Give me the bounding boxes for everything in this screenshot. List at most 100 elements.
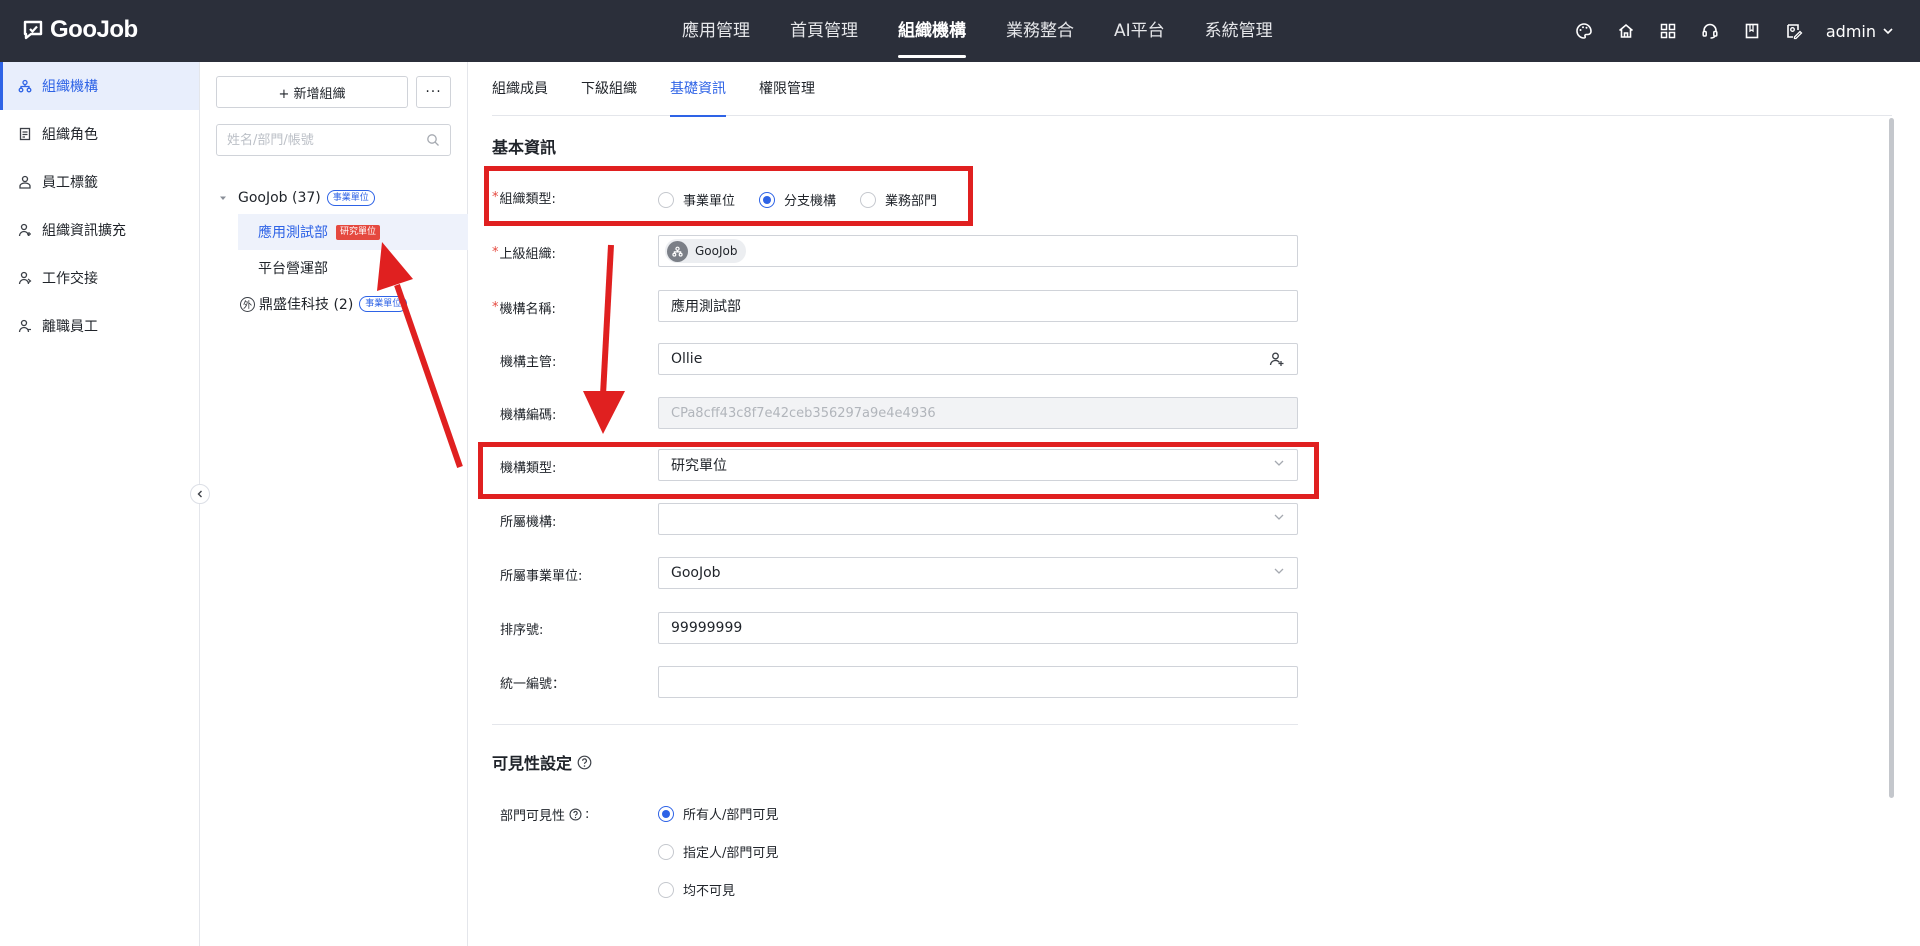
org-tree-panel: + 新增組織 ··· GooJob (37) 事業單位 應用測試部 研究單位 平… <box>200 62 468 946</box>
external-org-badge: 外 <box>240 296 255 312</box>
sort-no-label: 排序號: <box>500 623 544 638</box>
radio-label: 均不可見 <box>683 884 736 899</box>
nav-home-management[interactable]: 首頁管理 <box>770 0 878 62</box>
nav-ai-platform[interactable]: AI平台 <box>1094 0 1185 62</box>
sort-no-value: 99999999 <box>671 620 743 636</box>
nav-app-management[interactable]: 應用管理 <box>662 0 770 62</box>
add-organization-button[interactable]: + 新增組織 <box>216 76 408 108</box>
sort-no-input[interactable]: 99999999 <box>658 612 1298 644</box>
scrollbar[interactable] <box>1889 118 1894 798</box>
add-user-icon[interactable] <box>1269 351 1285 367</box>
org-code-input: CPa8cff43c8f7e42ceb356297a9e4e4936 <box>658 397 1298 429</box>
edit-profile-icon[interactable] <box>1784 21 1804 41</box>
visibility-option-specified[interactable]: 指定人/部門可見 <box>658 842 778 861</box>
org-type-option-business-dept[interactable]: 業務部門 <box>860 190 937 209</box>
org-name-value: 應用測試部 <box>671 299 741 315</box>
business-unit-select[interactable]: GooJob <box>658 557 1298 589</box>
parent-org-chip[interactable]: GooJob <box>665 239 747 263</box>
user-extend-icon <box>18 223 31 237</box>
radio-business-dept[interactable] <box>860 191 877 208</box>
required-mark: * <box>492 190 499 205</box>
manager-input[interactable]: Ollie <box>658 343 1298 375</box>
tab-permissions[interactable]: 權限管理 <box>759 62 815 116</box>
chevron-down-icon[interactable] <box>1273 565 1285 577</box>
user-menu[interactable]: admin <box>1826 22 1894 41</box>
org-code-value: CPa8cff43c8f7e42ceb356297a9e4e4936 <box>671 405 936 421</box>
chevron-down-icon[interactable] <box>1273 457 1285 469</box>
belong-org-select[interactable] <box>658 503 1298 535</box>
tab-sub-orgs[interactable]: 下級組織 <box>581 62 637 116</box>
sidebar-item-org-info-extend[interactable]: 組織資訊擴充 <box>0 206 199 254</box>
search-icon[interactable] <box>426 133 440 147</box>
radio-business-unit[interactable] <box>658 191 674 208</box>
radio-label: 業務部門 <box>885 194 938 209</box>
org-type-tag: 研究單位 <box>336 224 381 240</box>
apps-grid-icon[interactable] <box>1658 21 1678 41</box>
handover-user-icon <box>18 271 32 285</box>
org-category-select[interactable]: 研究單位 <box>658 449 1298 481</box>
org-code-label: 機構編碼: <box>500 408 557 423</box>
nav-business-integration[interactable]: 業務整合 <box>986 0 1094 62</box>
nav-organization[interactable]: 組織機構 <box>878 0 986 62</box>
sidebar-item-org-roles[interactable]: 組織角色 <box>0 110 199 158</box>
radio-branch[interactable] <box>759 191 776 208</box>
left-sidebar: 組織機構 組織角色 員工標籤 組織資訊擴充 工作交接 離職員工 <box>0 62 200 946</box>
tab-org-members[interactable]: 組織成員 <box>492 62 548 116</box>
sidebar-item-label: 員工標籤 <box>42 175 98 191</box>
resigned-user-icon <box>18 319 31 333</box>
caret-down-icon[interactable] <box>218 193 228 203</box>
sidebar-item-resigned-employees[interactable]: 離職員工 <box>0 302 199 350</box>
sidebar-item-employee-tags[interactable]: 員工標籤 <box>0 158 199 206</box>
parent-org-label-text: 上級組織: <box>499 247 556 262</box>
visibility-option-all[interactable]: 所有人/部門可見 <box>658 804 778 823</box>
support-headset-icon[interactable] <box>1700 21 1720 41</box>
nav-system-management[interactable]: 系統管理 <box>1185 0 1293 62</box>
parent-org-field[interactable]: GooJob <box>658 235 1298 267</box>
radio-visible-specified[interactable] <box>658 843 674 860</box>
radio-visible-all[interactable] <box>658 805 674 822</box>
goojob-logo[interactable]: GooJob <box>22 16 138 44</box>
chevron-down-icon[interactable] <box>1273 511 1285 523</box>
dept-visibility-label-colon: : <box>585 807 590 822</box>
detail-tabs: 組織成員 下級組織 基礎資訊 權限管理 <box>492 62 1892 117</box>
logo-text: GooJob <box>50 16 138 43</box>
radio-visible-none[interactable] <box>658 881 674 898</box>
top-navigation-bar: GooJob 應用管理 首頁管理 組織機構 業務整合 AI平台 系統管理 adm… <box>0 0 1920 62</box>
org-type-option-branch[interactable]: 分支機構 <box>759 190 836 209</box>
chip-label: GooJob <box>695 244 738 258</box>
tree-node-app-test-dept[interactable]: 應用測試部 研究單位 <box>238 214 468 250</box>
logo-mark-icon <box>23 20 43 40</box>
business-unit-value: GooJob <box>671 565 721 581</box>
home-icon[interactable] <box>1616 21 1636 41</box>
manager-value: Ollie <box>671 351 703 367</box>
help-icon[interactable] <box>569 808 582 821</box>
chevron-down-icon <box>1883 28 1893 35</box>
org-type-option-business-unit[interactable]: 事業單位 <box>658 190 735 209</box>
tree-search-input[interactable] <box>227 132 426 148</box>
section-title-visibility-text: 可見性設定 <box>492 754 573 773</box>
tree-search-box <box>216 124 451 156</box>
sidebar-item-work-handover[interactable]: 工作交接 <box>0 254 199 302</box>
radio-label: 事業單位 <box>683 194 736 209</box>
tree-node-platform-ops[interactable]: 平台營運部 <box>258 256 328 280</box>
tab-basic-info[interactable]: 基礎資訊 <box>670 62 726 117</box>
org-type-tag: 事業單位 <box>326 190 375 206</box>
tree-node-external-org[interactable]: 外 鼎盛佳科技 (2) 事業單位 <box>240 292 408 316</box>
help-icon[interactable] <box>577 755 592 770</box>
book-icon[interactable] <box>1742 21 1762 41</box>
visibility-option-none[interactable]: 均不可見 <box>658 880 735 899</box>
sidebar-item-organization[interactable]: 組織機構 <box>0 62 199 110</box>
palette-icon[interactable] <box>1574 21 1594 41</box>
more-actions-button[interactable]: ··· <box>416 76 451 108</box>
org-name-input[interactable]: 應用測試部 <box>658 290 1298 322</box>
collapse-sidebar-button[interactable] <box>190 484 210 504</box>
section-title-visibility: 可見性設定 <box>492 750 592 774</box>
sidebar-item-label: 組織角色 <box>42 127 98 143</box>
tree-node-label: 鼎盛佳科技 (2) <box>259 297 354 313</box>
unified-no-input[interactable] <box>658 666 1298 698</box>
employee-tag-icon <box>19 175 31 189</box>
tree-node-root[interactable]: GooJob (37) 事業單位 <box>218 186 375 210</box>
org-type-radio-group: 事業單位 分支機構 業務部門 <box>658 190 961 209</box>
chevron-left-icon <box>197 490 202 498</box>
required-mark: * <box>492 300 499 315</box>
